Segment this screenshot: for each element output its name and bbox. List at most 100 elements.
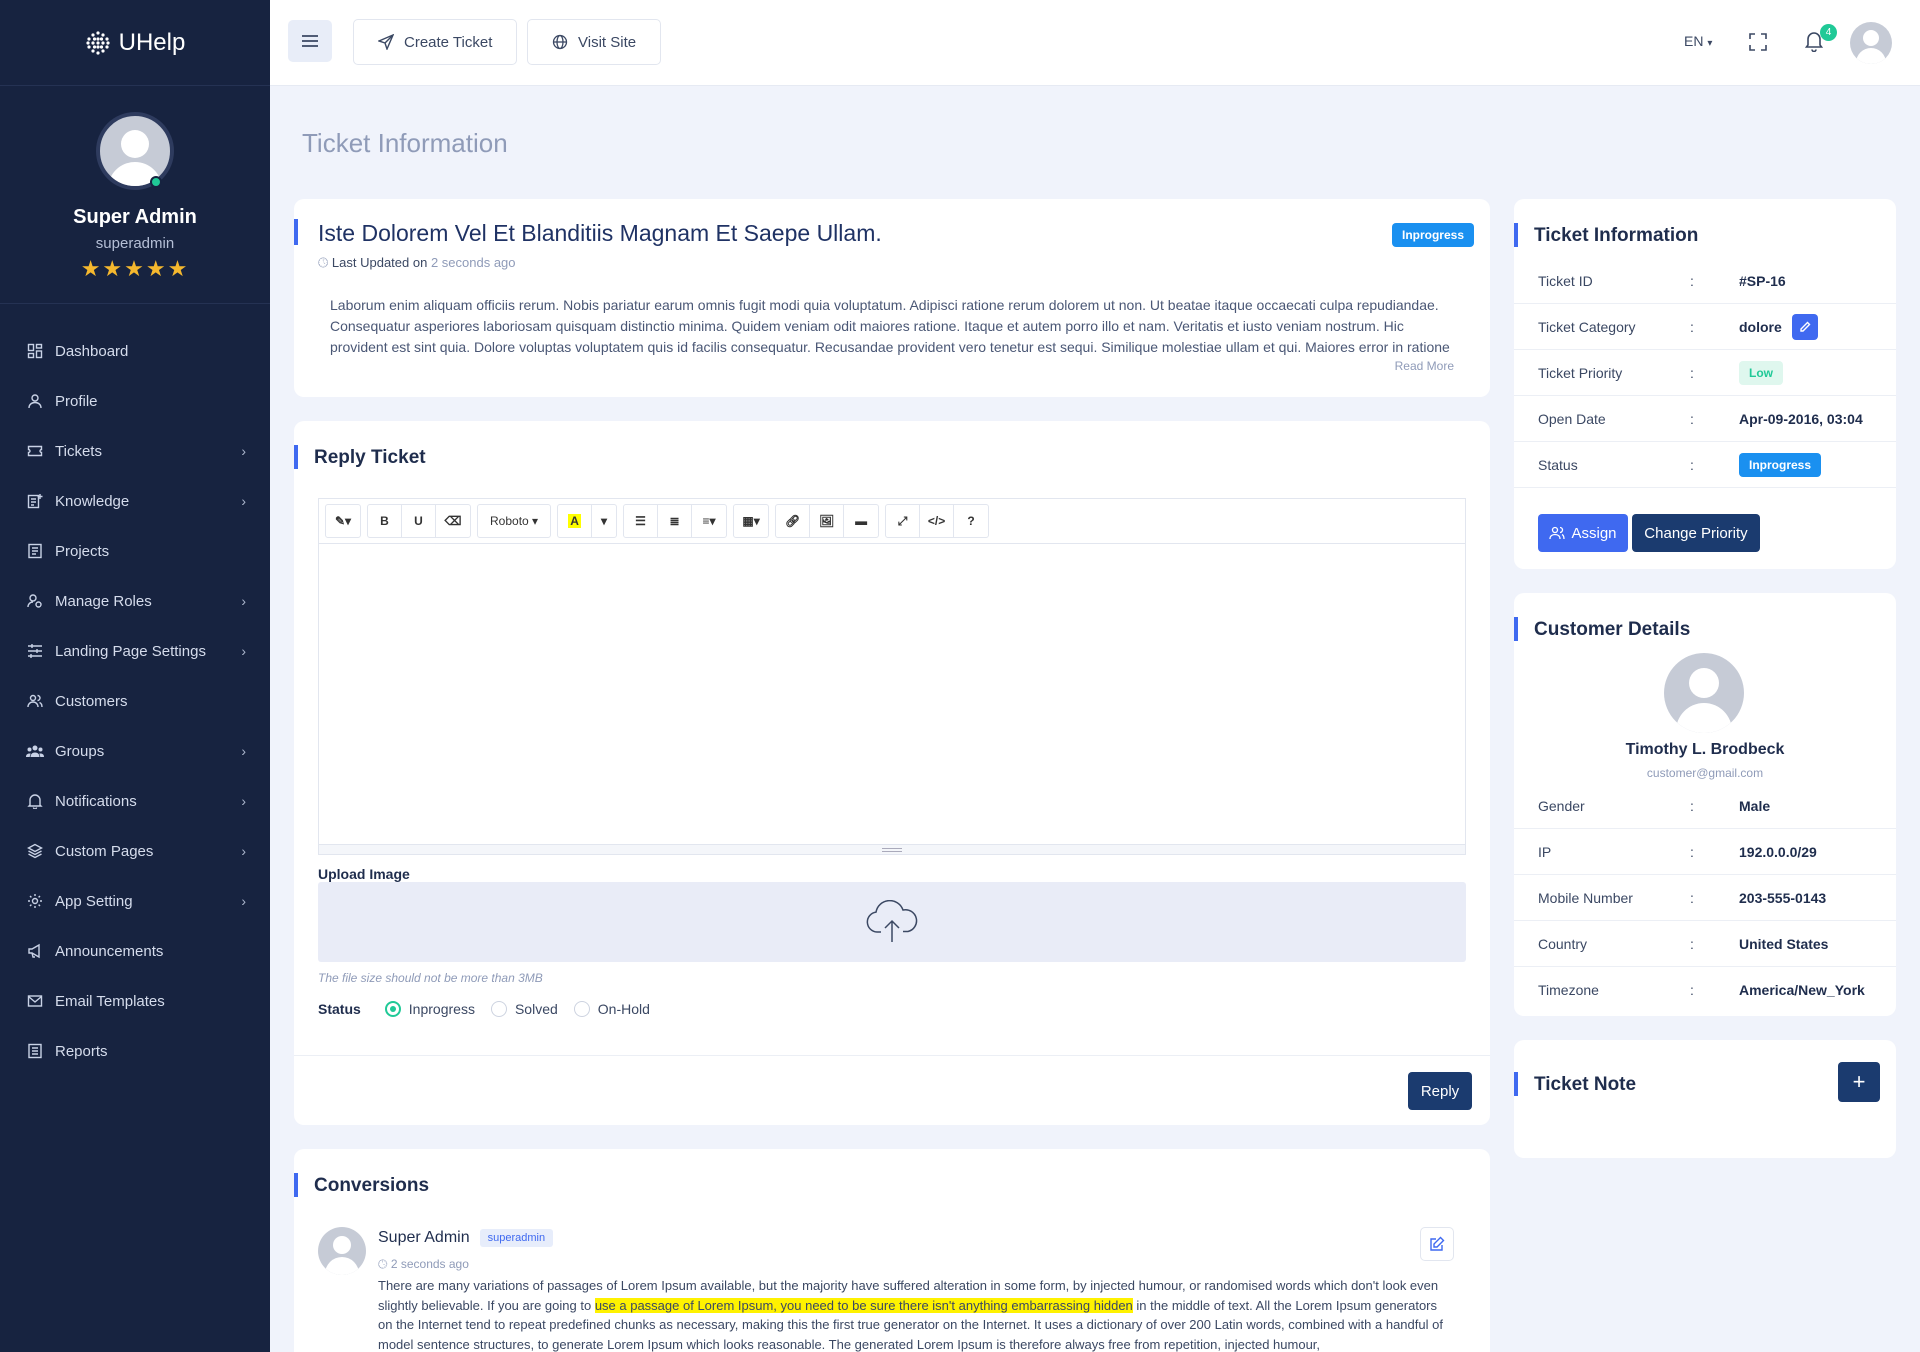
- sidebar-item-reports[interactable]: Reports: [0, 1026, 270, 1076]
- menu-toggle-button[interactable]: [288, 20, 332, 62]
- avatar[interactable]: [96, 112, 174, 190]
- info-separator: :: [1690, 410, 1694, 427]
- upload-dropzone[interactable]: [318, 882, 1466, 962]
- brand-name: UHelp: [118, 28, 186, 56]
- editor-resize-handle[interactable]: [319, 844, 1465, 854]
- info-separator: :: [1690, 456, 1694, 473]
- caret-down-icon: ▾: [601, 514, 608, 528]
- comment-author: Super Admin superadmin: [378, 1229, 554, 1247]
- info-separator: :: [1690, 318, 1694, 335]
- sidebar-item-label: Manage Roles: [55, 592, 152, 610]
- logo-icon: [86, 30, 110, 55]
- sidebar-item-label: App Setting: [55, 892, 133, 910]
- comment-time: 🕓︎ 2 seconds ago: [378, 1257, 469, 1272]
- language-selector[interactable]: EN ▾: [1684, 33, 1712, 49]
- magic-style-button[interactable]: ✎▾: [326, 505, 360, 537]
- sidebar-item-groups[interactable]: Groups ›: [0, 726, 270, 776]
- sidebar-item-label: Landing Page Settings: [55, 642, 206, 660]
- sidebar-item-email-templates[interactable]: Email Templates: [0, 976, 270, 1026]
- info-row-status: Status : Inprogress: [1514, 442, 1896, 488]
- status-selector: Status Inprogress Solved On-Hold: [318, 1001, 666, 1017]
- read-more-link[interactable]: Read More: [1395, 359, 1454, 373]
- customer-row-ip: IP : 192.0.0.0/29: [1514, 829, 1896, 875]
- clock-icon: 🕓︎: [378, 1257, 388, 1271]
- info-separator: :: [1690, 935, 1694, 952]
- info-separator: :: [1690, 272, 1694, 289]
- chevron-right-icon: ›: [241, 593, 246, 609]
- expand-icon: ⤢: [897, 513, 908, 528]
- paragraph-align-button[interactable]: ≡▾: [692, 505, 726, 537]
- comment-highlight: use a passage of Lorem Ipsum, you need t…: [594, 1297, 1133, 1313]
- code-view-button[interactable]: </>: [920, 505, 955, 537]
- sidebar-item-label: Reports: [55, 1042, 108, 1060]
- edit-comment-button[interactable]: [1420, 1227, 1454, 1261]
- numbered-list-button[interactable]: ≣: [658, 505, 693, 537]
- sidebar-item-label: Knowledge: [55, 492, 130, 510]
- megaphone-icon: [26, 942, 44, 960]
- info-value: 203-555-0143: [1739, 889, 1827, 906]
- sidebar-item-knowledge[interactable]: Knowledge ›: [0, 476, 270, 526]
- assign-label: Assign: [1571, 524, 1617, 542]
- color-dropdown-button[interactable]: ▾: [592, 505, 616, 537]
- sidebar-item-custom-pages[interactable]: Custom Pages ›: [0, 826, 270, 876]
- radio-unselected: [573, 1001, 590, 1017]
- assign-button[interactable]: Assign: [1538, 514, 1628, 552]
- sidebar-item-customers[interactable]: Customers: [0, 676, 270, 726]
- category-value: dolore: [1739, 318, 1782, 335]
- sidebar-item-announcements[interactable]: Announcements: [0, 926, 270, 976]
- fullscreen-button[interactable]: [1748, 32, 1768, 55]
- info-value: dolore: [1739, 313, 1818, 340]
- sidebar-item-label: Announcements: [55, 942, 164, 960]
- edit-category-button[interactable]: [1791, 313, 1818, 340]
- rich-text-editor: ✎▾ B U ⌫ Roboto ▾ A ▾ ☰ ≣ ≡▾ ▦▾ 🔗︎ 🖼︎ ▬: [318, 498, 1466, 855]
- customers-icon: [26, 692, 44, 710]
- text-color-icon: A: [568, 514, 581, 528]
- help-button[interactable]: ?: [954, 505, 988, 537]
- sidebar-item-landing-page-settings[interactable]: Landing Page Settings ›: [0, 626, 270, 676]
- image-button[interactable]: 🖼︎: [810, 505, 845, 537]
- sidebar-item-projects[interactable]: Projects: [0, 526, 270, 576]
- link-button[interactable]: 🔗︎: [776, 505, 811, 537]
- edit-icon: [1430, 1236, 1445, 1251]
- add-note-button[interactable]: +: [1838, 1062, 1880, 1102]
- font-family-select[interactable]: Roboto ▾: [478, 505, 550, 537]
- sidebar-item-app-setting[interactable]: App Setting ›: [0, 876, 270, 926]
- text-color-button[interactable]: A: [558, 505, 593, 537]
- chevron-right-icon: ›: [241, 843, 246, 859]
- status-option-solved[interactable]: Solved: [490, 1001, 558, 1017]
- conversations-card: Conversions Super Admin superadmin 🕓︎ 2 …: [294, 1149, 1490, 1352]
- table-button[interactable]: ▦▾: [734, 505, 768, 537]
- link-icon: 🔗︎: [784, 514, 801, 528]
- user-avatar[interactable]: [1850, 22, 1892, 64]
- create-ticket-button[interactable]: Create Ticket: [353, 19, 518, 65]
- change-priority-button[interactable]: Change Priority: [1632, 514, 1760, 552]
- bold-button[interactable]: B: [368, 505, 402, 537]
- status-option-label: Inprogress: [408, 1001, 475, 1017]
- sidebar-item-manage-roles[interactable]: Manage Roles ›: [0, 576, 270, 626]
- last-updated: 🕓︎ Last Updated on 2 seconds ago: [318, 255, 516, 271]
- user-icon: [26, 392, 44, 410]
- fullscreen-icon: [1749, 33, 1767, 51]
- sidebar-item-dashboard[interactable]: Dashboard: [0, 326, 270, 376]
- fullscreen-editor-button[interactable]: ⤢: [886, 505, 921, 537]
- visit-site-button[interactable]: Visit Site: [527, 19, 662, 65]
- clear-format-button[interactable]: ⌫: [436, 505, 470, 537]
- brand[interactable]: UHelp: [0, 0, 270, 86]
- video-icon: ▬: [855, 514, 868, 528]
- underline-button[interactable]: U: [402, 505, 436, 537]
- bullet-list-button[interactable]: ☰: [624, 505, 659, 537]
- video-button[interactable]: ▬: [844, 505, 878, 537]
- profile-name: Super Admin: [73, 206, 197, 228]
- editor-content-area[interactable]: [319, 544, 1465, 844]
- sidebar-item-profile[interactable]: Profile: [0, 376, 270, 426]
- code-icon: </>: [927, 514, 946, 528]
- users-icon: [1549, 526, 1566, 540]
- sidebar-item-tickets[interactable]: Tickets ›: [0, 426, 270, 476]
- sidebar-item-notifications[interactable]: Notifications ›: [0, 776, 270, 826]
- info-value: Apr-09-2016, 03:04: [1739, 410, 1863, 427]
- status-option-on-hold[interactable]: On-Hold: [573, 1001, 650, 1017]
- status-badge: Inprogress: [1739, 452, 1822, 477]
- reply-button[interactable]: Reply: [1408, 1072, 1472, 1110]
- chevron-right-icon: ›: [241, 743, 246, 759]
- status-option-inprogress[interactable]: Inprogress: [384, 1001, 475, 1017]
